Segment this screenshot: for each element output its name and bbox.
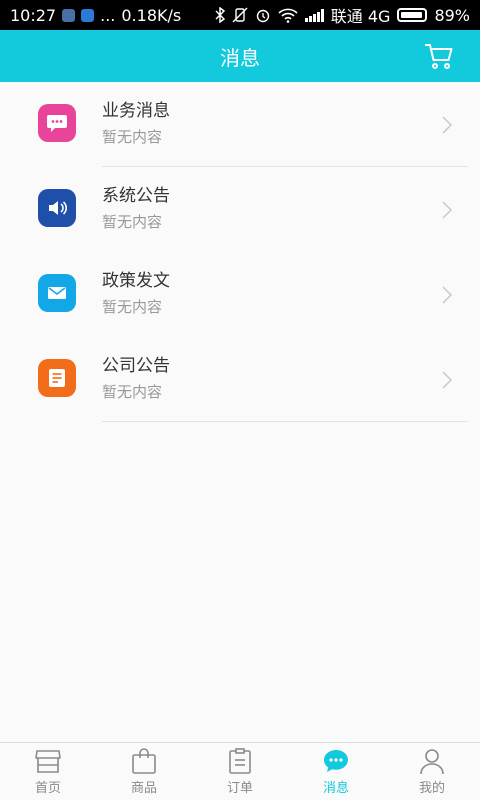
status-time: 10:27 <box>10 5 57 25</box>
tab-label: 商品 <box>130 781 157 796</box>
tab-label: 订单 <box>226 781 253 796</box>
signal-icon <box>304 8 324 22</box>
tab-orders[interactable]: 订单 <box>192 743 288 800</box>
alarm-icon <box>256 9 269 23</box>
tab-home[interactable]: 首页 <box>0 743 96 800</box>
divider <box>102 421 468 422</box>
tab-profile[interactable]: 我的 <box>384 743 480 800</box>
shopping-bag-icon <box>132 748 156 774</box>
envelope-icon <box>38 274 76 312</box>
battery-percent: 89% <box>434 5 470 25</box>
message-item-title: 政策发文 <box>102 271 170 291</box>
message-item-title: 公司公告 <box>102 356 170 376</box>
wifi-icon <box>278 8 298 23</box>
clipboard-icon <box>229 748 251 774</box>
chevron-right-icon <box>442 201 453 219</box>
cart-icon[interactable] <box>424 42 454 70</box>
person-icon <box>420 749 444 775</box>
message-item-business[interactable]: 业务消息 暂无内容 <box>0 82 480 167</box>
tab-label: 我的 <box>418 781 445 796</box>
more-notifications-indicator: ... <box>100 5 116 25</box>
speaker-icon <box>38 189 76 227</box>
store-icon <box>35 750 61 773</box>
chat-bubble-icon <box>38 104 76 142</box>
tab-label: 消息 <box>322 781 349 796</box>
vibrate-off-icon <box>232 7 248 23</box>
message-item-subtitle: 暂无内容 <box>102 383 163 401</box>
chat-bubble-icon <box>324 750 348 772</box>
message-item-subtitle: 暂无内容 <box>102 213 163 231</box>
message-item-company-notice[interactable]: 公司公告 暂无内容 <box>0 337 480 422</box>
carrier-label: 联通 4G <box>330 7 391 26</box>
tab-products[interactable]: 商品 <box>96 743 192 800</box>
battery-icon <box>397 8 428 22</box>
chevron-right-icon <box>442 371 453 389</box>
message-list: 业务消息 暂无内容 系统公告 暂无内容 政策发文 暂无内容 公司公告 暂无内容 <box>0 82 480 422</box>
bottom-tab-bar: 首页 商品 订单 消息 我的 <box>0 742 480 800</box>
document-icon <box>38 359 76 397</box>
app-notification-icon <box>81 8 95 22</box>
message-item-policy[interactable]: 政策发文 暂无内容 <box>0 252 480 337</box>
chevron-right-icon <box>442 286 453 304</box>
message-item-system-notice[interactable]: 系统公告 暂无内容 <box>0 167 480 252</box>
message-item-subtitle: 暂无内容 <box>102 298 163 316</box>
status-bar: 10:27 ... 0.18K/s 联通 4G 89% <box>0 0 480 30</box>
message-item-title: 系统公告 <box>102 186 170 206</box>
bluetooth-icon <box>215 7 225 23</box>
chevron-right-icon <box>442 116 453 134</box>
network-speed: 0.18K/s <box>121 5 182 25</box>
app-header: 消息 <box>0 30 480 82</box>
page-title: 消息 <box>220 45 260 70</box>
tab-label: 首页 <box>34 781 61 796</box>
message-item-subtitle: 暂无内容 <box>102 128 163 146</box>
message-item-title: 业务消息 <box>102 101 170 121</box>
app-notification-icon <box>62 8 76 22</box>
tab-messages[interactable]: 消息 <box>288 743 384 800</box>
